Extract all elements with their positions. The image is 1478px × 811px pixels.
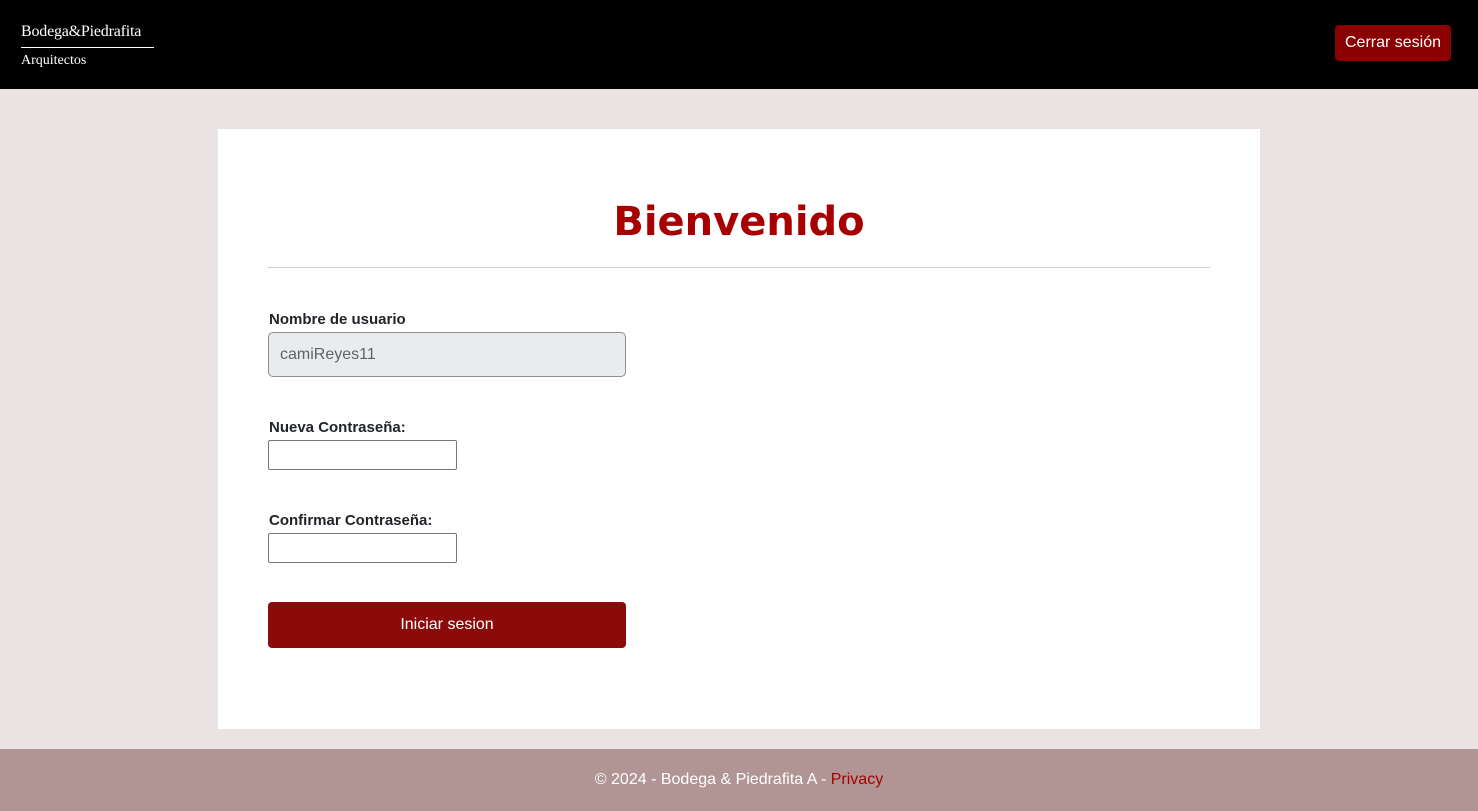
new-password-field[interactable]	[268, 440, 457, 470]
privacy-link[interactable]: Privacy	[831, 771, 883, 789]
copyright-text: © 2024 - Bodega & Piedrafita A -	[594, 771, 831, 788]
top-navbar: Bodega&Piedrafita Arquitectos Cerrar ses…	[0, 0, 1478, 89]
title-divider	[268, 267, 1210, 268]
page-footer: © 2024 - Bodega & Piedrafita A - Privacy	[0, 749, 1478, 811]
confirm-password-label: Confirmar Contraseña:	[269, 512, 433, 529]
brand-logo[interactable]: Bodega&Piedrafita Arquitectos	[21, 20, 154, 71]
confirm-password-field[interactable]	[268, 533, 457, 563]
username-label: Nombre de usuario	[269, 311, 406, 328]
logo-brand-name: Bodega&Piedrafita	[21, 20, 154, 48]
new-password-label: Nueva Contraseña:	[269, 419, 406, 436]
logo-subtitle: Arquitectos	[21, 53, 87, 68]
submit-button[interactable]: Iniciar sesion	[268, 602, 626, 648]
page-title: Bienvenido	[613, 199, 865, 245]
logout-button[interactable]: Cerrar sesión	[1335, 25, 1451, 61]
username-field[interactable]	[268, 332, 626, 377]
